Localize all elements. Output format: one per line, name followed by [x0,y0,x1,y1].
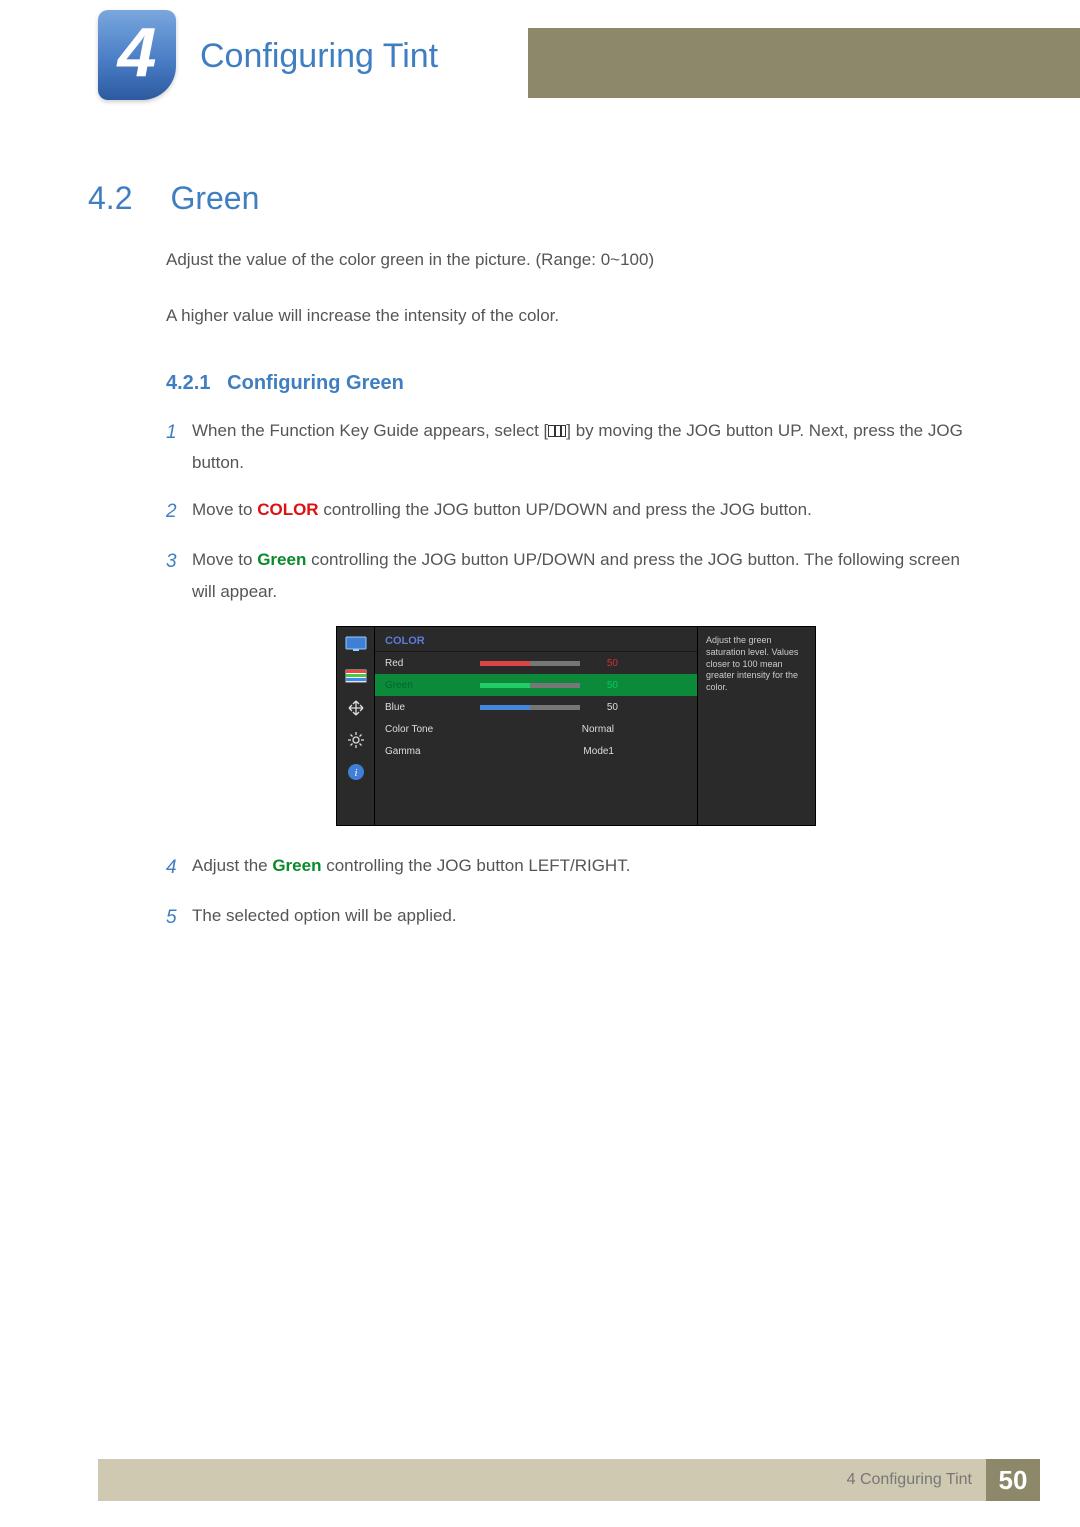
section-title: Green [170,180,259,217]
osd-label-green: Green [385,680,480,691]
step-number: 3 [166,544,192,609]
step-3-text-a: Move to [192,550,257,569]
osd-row-gamma: Gamma Mode1 [375,740,697,762]
steps-list: 1 When the Function Key Guide appears, s… [166,415,988,936]
svg-text:i: i [354,767,357,779]
menu-icon [548,425,566,437]
header-stripe [528,28,1080,98]
intro-line-1: Adjust the value of the color green in t… [166,247,988,273]
footer-chapter-label: 4 Configuring Tint [847,1471,972,1489]
picture-icon [343,633,369,655]
subsection-heading: 4.2.1 Configuring Green [166,372,988,395]
step-3: 3 Move to Green controlling the JOG butt… [166,544,988,609]
osd-row-green: Green 50 [375,674,697,696]
section-heading: 4.2 Green [88,180,988,217]
page-footer: 4 Configuring Tint 50 [0,1459,1080,1501]
step-number: 1 [166,415,192,480]
section-number: 4.2 [88,180,166,217]
step-2: 2 Move to COLOR controlling the JOG butt… [166,494,988,530]
step-3-green-word: Green [257,550,306,569]
step-3-text-b: controlling the JOG button UP/DOWN and p… [192,550,960,601]
osd-label-blue: Blue [385,702,480,713]
intro-line-2: A higher value will increase the intensi… [166,303,988,329]
settings-icon [343,729,369,751]
step-1: 1 When the Function Key Guide appears, s… [166,415,988,480]
size-icon [343,697,369,719]
osd-value-tone: Normal [480,724,618,735]
step-text: When the Function Key Guide appears, sel… [192,415,988,480]
osd-label-gamma: Gamma [385,746,480,757]
step-4-text-b: controlling the JOG button LEFT/RIGHT. [321,856,630,875]
step-text: The selected option will be applied. [192,900,988,936]
footer-bar: 4 Configuring Tint [98,1459,986,1501]
subsection-number: 4.2.1 [166,372,210,394]
step-2-text-a: Move to [192,500,257,519]
chapter-title: Configuring Tint [200,37,438,76]
color-icon [343,665,369,687]
osd-row-tone: Color Tone Normal [375,718,697,740]
chapter-number-badge: 4 [98,10,176,100]
osd-value-red: 50 [590,658,618,669]
osd-title: COLOR [375,627,697,652]
section-intro: Adjust the value of the color green in t… [88,247,988,328]
step-4: 4 Adjust the Green controlling the JOG b… [166,850,988,886]
osd-value-green: 50 [590,680,618,691]
step-text: Adjust the Green controlling the JOG but… [192,850,988,886]
osd-main-panel: COLOR Red 50 Green 50 Blue 50 [375,627,697,825]
osd-slider-blue [480,705,580,710]
step-text: Move to Green controlling the JOG button… [192,544,988,609]
osd-screenshot: i COLOR Red 50 Green 50 Blue [336,626,816,826]
osd-slider-green [480,683,580,688]
step-text: Move to COLOR controlling the JOG button… [192,494,988,530]
osd-slider-red [480,661,580,666]
osd-help-text: Adjust the green saturation level. Value… [697,627,815,825]
subsection-title: Configuring Green [227,372,404,394]
info-icon: i [343,761,369,783]
osd-label-red: Red [385,658,480,669]
osd-value-gamma: Mode1 [480,746,618,757]
osd-row-blue: Blue 50 [375,696,697,718]
step-2-color-word: COLOR [257,500,318,519]
step-5: 5 The selected option will be applied. [166,900,988,936]
step-number: 2 [166,494,192,530]
step-1-text-a: When the Function Key Guide appears, sel… [192,421,548,440]
step-number: 4 [166,850,192,886]
step-2-text-b: controlling the JOG button UP/DOWN and p… [319,500,812,519]
osd-sidebar: i [337,627,375,825]
step-4-green-word: Green [272,856,321,875]
osd-label-tone: Color Tone [385,724,480,735]
step-number: 5 [166,900,192,936]
footer-page-number: 50 [986,1459,1040,1501]
step-4-text-a: Adjust the [192,856,272,875]
osd-row-red: Red 50 [375,652,697,674]
osd-value-blue: 50 [590,702,618,713]
